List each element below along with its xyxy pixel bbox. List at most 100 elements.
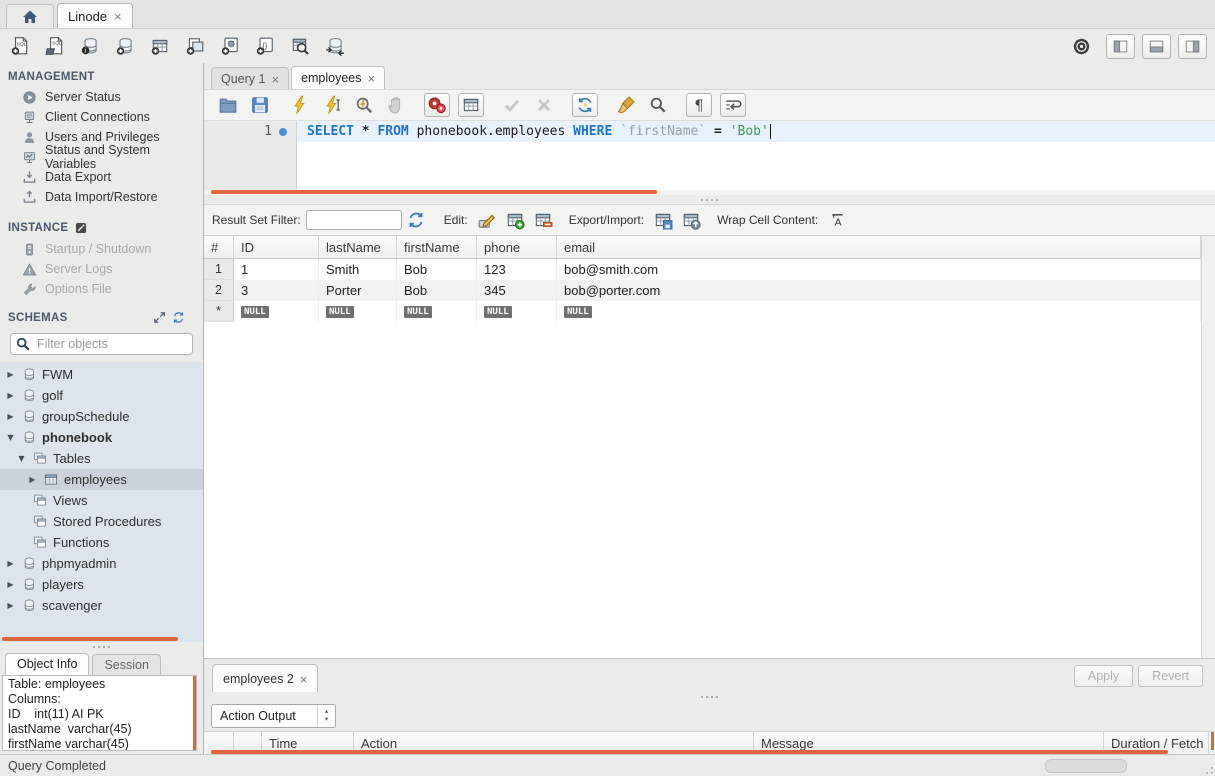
output-splitter[interactable]	[204, 692, 1215, 701]
create-function-button[interactable]: {}	[253, 35, 277, 57]
cell-phone[interactable]: 345	[477, 280, 557, 301]
open-file-button[interactable]	[216, 94, 240, 116]
result-filter-input[interactable]	[306, 210, 402, 230]
rollback-button[interactable]	[532, 94, 556, 116]
schema-tree-item-employees[interactable]: ▶employees	[0, 469, 203, 490]
cell-lastname[interactable]: Porter	[319, 280, 397, 301]
column-header-id[interactable]: ID	[234, 236, 319, 258]
column-header-rownum[interactable]: #	[204, 236, 234, 258]
column-header-firstname[interactable]: firstName	[397, 236, 477, 258]
row-number[interactable]: *	[204, 301, 234, 322]
tab-employees[interactable]: employees ×	[291, 66, 385, 89]
save-button[interactable]	[248, 94, 272, 116]
schema-tree-item-players[interactable]: ▶players	[0, 574, 203, 595]
tab-result-employees-2[interactable]: employees 2 ×	[212, 664, 318, 692]
reconnect-dbms-button[interactable]	[323, 35, 347, 57]
schema-tree-item-phonebook[interactable]: ▼phonebook	[0, 427, 203, 448]
commit-button[interactable]	[500, 94, 524, 116]
stop-button[interactable]	[384, 94, 408, 116]
column-header-phone[interactable]: phone	[477, 236, 557, 258]
schema-tree-item-scavenger[interactable]: ▶scavenger	[0, 595, 203, 616]
tab-query-1[interactable]: Query 1 ×	[211, 67, 289, 89]
home-tab[interactable]	[6, 4, 54, 28]
schema-tree-item-views[interactable]: Views	[0, 490, 203, 511]
cell-firstname[interactable]: Bob	[397, 280, 477, 301]
open-sql-file-button[interactable]: SQL	[43, 35, 67, 57]
autocommit-button[interactable]	[572, 93, 598, 117]
output-type-select[interactable]: Action Output ▴▾	[211, 704, 336, 728]
schema-tree-item-phpmyadmin[interactable]: ▶phpmyadmin	[0, 553, 203, 574]
column-header-lastname[interactable]: lastName	[319, 236, 397, 258]
spinner-icon[interactable]: ▴▾	[317, 705, 335, 727]
sidebar-item-server-status[interactable]: Server Status	[0, 87, 203, 107]
execute-button[interactable]	[288, 94, 312, 116]
sidebar-item-client-connections[interactable]: Client Connections	[0, 107, 203, 127]
cell-firstname[interactable]: NULL	[397, 301, 477, 322]
cell-firstname[interactable]: Bob	[397, 259, 477, 280]
cell-phone[interactable]: NULL	[477, 301, 557, 322]
inspect-database-button[interactable]: i	[78, 35, 102, 57]
sidebar-item-options-file[interactable]: Options File	[0, 279, 203, 299]
row-number[interactable]: 2	[204, 280, 234, 301]
toggle-right-sidebar-button[interactable]	[1178, 34, 1207, 59]
cell-lastname[interactable]: NULL	[319, 301, 397, 322]
apply-button[interactable]: Apply	[1074, 665, 1133, 687]
explain-button[interactable]	[352, 94, 376, 116]
column-header-email[interactable]: email	[557, 236, 1201, 258]
schema-tree-hscrollbar[interactable]	[2, 637, 178, 641]
limit-rows-button[interactable]	[458, 93, 484, 117]
beautify-button[interactable]	[614, 94, 638, 116]
cell-id[interactable]: 1	[234, 259, 319, 280]
edit-record-button[interactable]	[475, 209, 499, 231]
schema-tree-item-tables[interactable]: ▼Tables	[0, 448, 203, 469]
resize-grip[interactable]	[1201, 762, 1213, 774]
chevron-collapsed-icon[interactable]: ▶	[27, 475, 38, 484]
sidebar-item-data-import-restore[interactable]: Data Import/Restore	[0, 187, 203, 207]
schema-tree-item-fwm[interactable]: ▶FWM	[0, 364, 203, 385]
find-button[interactable]	[646, 94, 670, 116]
row-number[interactable]: 1	[204, 259, 234, 280]
schema-tree-item-groupschedule[interactable]: ▶groupSchedule	[0, 406, 203, 427]
wrap-cell-button[interactable]: A	[825, 209, 849, 231]
create-procedure-button[interactable]	[218, 35, 242, 57]
cell-phone[interactable]: 123	[477, 259, 557, 280]
result-grid-vscrollbar[interactable]	[1201, 236, 1215, 658]
object-info-scrollbar[interactable]	[193, 676, 196, 750]
chevron-collapsed-icon[interactable]: ▶	[5, 391, 16, 400]
wrap-text-button[interactable]	[720, 93, 746, 117]
editor-result-splitter[interactable]	[204, 195, 1215, 204]
sidebar-splitter[interactable]	[0, 642, 203, 651]
schema-filter-input[interactable]	[10, 333, 193, 355]
cell-id[interactable]: NULL	[234, 301, 319, 322]
close-icon[interactable]: ×	[300, 673, 308, 686]
new-query-tab-button[interactable]: SQL	[8, 35, 32, 57]
chevron-collapsed-icon[interactable]: ▶	[5, 580, 16, 589]
create-schema-button[interactable]	[113, 35, 137, 57]
execute-current-button[interactable]	[320, 94, 344, 116]
bottom-hscrollbar[interactable]	[1045, 759, 1127, 773]
toggle-bottom-panel-button[interactable]	[1142, 34, 1171, 59]
system-info-icon[interactable]	[1072, 37, 1091, 56]
chevron-expanded-icon[interactable]: ▼	[16, 454, 27, 463]
create-view-button[interactable]	[183, 35, 207, 57]
cell-email[interactable]: bob@porter.com	[557, 280, 1201, 301]
sidebar-item-startup-shutdown[interactable]: Startup / Shutdown	[0, 239, 203, 259]
schema-tree-item-golf[interactable]: ▶golf	[0, 385, 203, 406]
cell-email[interactable]: NULL	[557, 301, 1201, 322]
close-icon[interactable]: ×	[114, 10, 122, 23]
output-vscrollbar[interactable]	[1211, 732, 1214, 750]
cell-id[interactable]: 3	[234, 280, 319, 301]
refresh-results-button[interactable]	[404, 209, 428, 231]
sql-editor[interactable]: 1 SELECT * FROM phonebook.employees WHER…	[204, 120, 1215, 190]
cell-lastname[interactable]: Smith	[319, 259, 397, 280]
invisible-chars-button[interactable]: ¶	[686, 93, 712, 117]
delete-row-button[interactable]	[531, 209, 555, 231]
sidebar-item-status-and-system-variables[interactable]: Status and System Variables	[0, 147, 203, 167]
expand-panel-icon[interactable]	[153, 311, 166, 324]
schema-tree-item-stored-procedures[interactable]: Stored Procedures	[0, 511, 203, 532]
close-icon[interactable]: ×	[368, 72, 376, 85]
chevron-collapsed-icon[interactable]: ▶	[5, 412, 16, 421]
import-records-button[interactable]	[679, 209, 703, 231]
sidebar-item-server-logs[interactable]: Server Logs	[0, 259, 203, 279]
close-icon[interactable]: ×	[271, 73, 279, 86]
